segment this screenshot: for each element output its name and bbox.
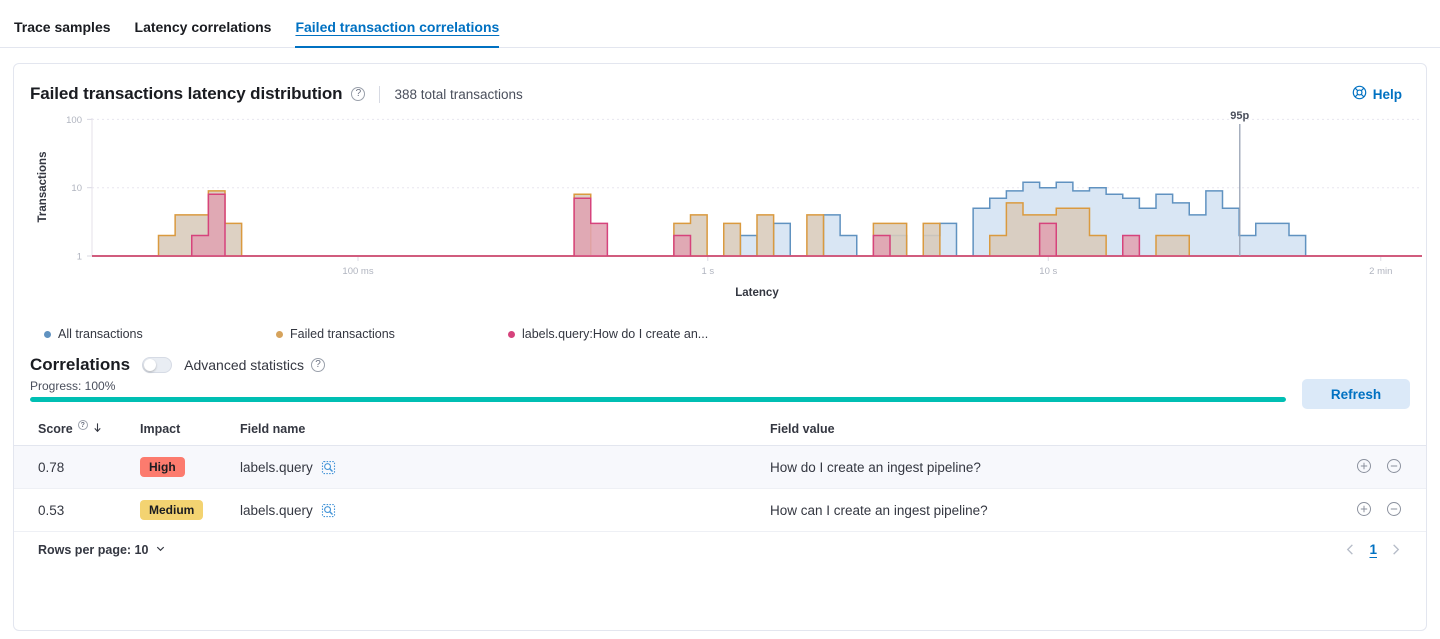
table-header: Score? Impact Field name Field value (14, 418, 1426, 446)
svg-text:10: 10 (71, 183, 82, 194)
tab-latency-correlations[interactable]: Latency correlations (135, 20, 272, 47)
table-row[interactable]: 0.78 High labels.query (14, 446, 1426, 489)
help-label: Help (1373, 87, 1402, 102)
legend-label: labels.query:How do I create an... (522, 327, 708, 341)
legend-label: All transactions (58, 327, 143, 341)
table-row[interactable]: 0.53 Medium labels.query (14, 489, 1426, 532)
cell-field-value: How can I create an ingest pipeline? (762, 489, 1326, 532)
pagination-page-1[interactable]: 1 (1369, 542, 1377, 557)
status-badge: High (140, 457, 185, 477)
refresh-button[interactable]: Refresh (1302, 379, 1410, 409)
chevron-down-icon (155, 543, 166, 557)
svg-text:100: 100 (66, 115, 82, 126)
legend-item-labels-query[interactable]: labels.query:How do I create an... (508, 327, 708, 341)
field-name-label: labels.query (240, 503, 313, 518)
svg-text:2 min: 2 min (1369, 266, 1392, 277)
tab-bar: Trace samples Latency correlations Faile… (0, 0, 1440, 48)
chevron-right-icon[interactable] (1389, 543, 1402, 556)
legend-item-all-transactions[interactable]: All transactions (44, 327, 276, 341)
tab-trace-samples[interactable]: Trace samples (14, 20, 111, 47)
column-header-actions (1326, 418, 1426, 446)
question-circle-icon[interactable]: ? (311, 358, 325, 372)
page-title: Failed transactions latency distribution (30, 84, 342, 104)
svg-text:100 ms: 100 ms (342, 266, 373, 277)
table-body: 0.78 High labels.query (14, 446, 1426, 532)
cell-actions (1326, 489, 1426, 532)
svg-text:95p: 95p (1230, 110, 1249, 122)
inspect-magnifier-icon[interactable] (321, 460, 336, 475)
cell-field-name: labels.query (232, 489, 762, 532)
field-name-label: labels.query (240, 460, 313, 475)
inspect-magnifier-icon[interactable] (321, 503, 336, 518)
progress-label: Progress: 100% (30, 379, 1286, 393)
progress-bar (30, 397, 1286, 402)
help-link[interactable]: Help (1352, 85, 1410, 103)
advanced-statistics-toggle[interactable] (142, 357, 172, 373)
table-header-row: Score? Impact Field name Field value (14, 418, 1426, 446)
legend-dot (44, 331, 51, 338)
progress-bar-fill (30, 397, 1286, 402)
cell-field-value: How do I create an ingest pipeline? (762, 446, 1326, 489)
cell-field-name: labels.query (232, 446, 762, 489)
latency-distribution-chart[interactable]: 1 10 100 100 ms 1 s 10 s 2 min Latency Transacti… (14, 108, 1426, 323)
pagination: 1 (1344, 542, 1402, 557)
svg-text:10 s: 10 s (1039, 266, 1057, 277)
legend-label: Failed transactions (290, 327, 395, 341)
column-header-field-name[interactable]: Field name (232, 418, 762, 446)
chart-canvas: 1 10 100 100 ms 1 s 10 s 2 min Latency Transacti… (30, 108, 1426, 318)
failed-transaction-correlations-panel: Failed transactions latency distribution… (13, 63, 1427, 631)
chevron-left-icon[interactable] (1344, 543, 1357, 556)
question-circle-icon[interactable]: ? (78, 420, 88, 430)
sort-descending-icon (92, 422, 103, 436)
progress-row: Progress: 100% Refresh (14, 375, 1426, 402)
table-footer: Rows per page: 10 1 (14, 532, 1426, 557)
correlations-header: Correlations Advanced statistics ? (14, 341, 1426, 375)
life-ring-icon (1352, 85, 1367, 103)
column-header-score[interactable]: Score? (14, 418, 132, 446)
minus-circle-icon[interactable] (1386, 458, 1402, 474)
minus-circle-icon[interactable] (1386, 501, 1402, 517)
progress-column: Progress: 100% (30, 379, 1286, 402)
rows-per-page-selector[interactable]: Rows per page: 10 (38, 543, 166, 557)
cell-score: 0.78 (14, 446, 132, 489)
chart-legend: All transactions Failed transactions lab… (14, 323, 1426, 341)
legend-item-failed-transactions[interactable]: Failed transactions (276, 327, 508, 341)
divider (379, 86, 380, 103)
svg-text:1: 1 (77, 252, 82, 263)
plus-circle-icon[interactable] (1356, 501, 1372, 517)
panel-header: Failed transactions latency distribution… (14, 64, 1426, 104)
advanced-statistics-label: Advanced statistics (184, 357, 304, 373)
column-header-field-value[interactable]: Field value (762, 418, 1326, 446)
cell-impact: Medium (132, 489, 232, 532)
total-transactions-label: 388 total transactions (394, 87, 522, 102)
question-circle-icon[interactable]: ? (351, 87, 365, 101)
plus-circle-icon[interactable] (1356, 458, 1372, 474)
rows-per-page-label: Rows per page: 10 (38, 543, 148, 557)
column-label: Score (38, 422, 73, 436)
toggle-knob (144, 359, 156, 371)
tab-failed-transaction-correlations[interactable]: Failed transaction correlations (295, 20, 499, 47)
cell-score: 0.53 (14, 489, 132, 532)
svg-text:1 s: 1 s (701, 266, 714, 277)
legend-dot (508, 331, 515, 338)
correlations-title: Correlations (30, 355, 130, 375)
cell-actions (1326, 446, 1426, 489)
correlations-table: Score? Impact Field name Field value 0.7… (14, 418, 1426, 532)
column-header-impact[interactable]: Impact (132, 418, 232, 446)
cell-impact: High (132, 446, 232, 489)
legend-dot (276, 331, 283, 338)
status-badge: Medium (140, 500, 203, 520)
svg-text:Transactions: Transactions (37, 152, 49, 223)
svg-text:Latency: Latency (735, 287, 779, 299)
